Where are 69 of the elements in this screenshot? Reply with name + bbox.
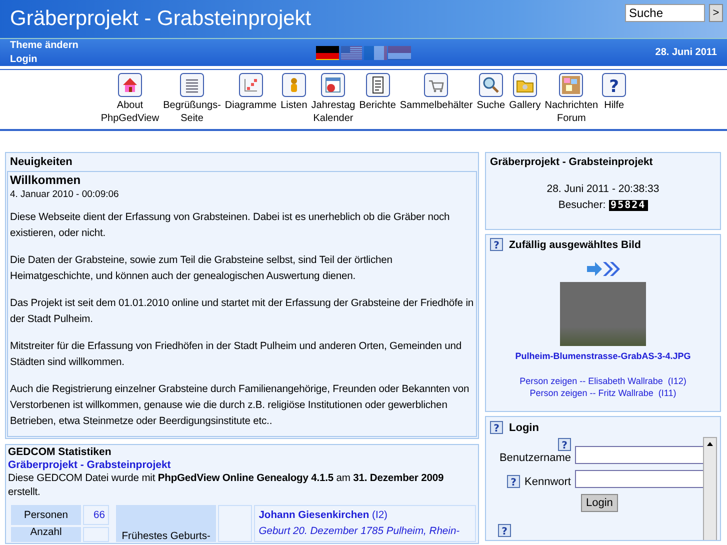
visitor-counter: 95824 [608,200,648,211]
birth-detail-link[interactable]: Geburt 20. Dezember 1785 Pulheim, Rhein- [258,526,460,537]
menu-item[interactable]: Listen [280,73,308,125]
person-link[interactable]: Person zeigen -- Elisabeth Wallrabe (I12) [520,375,686,387]
image-file-link[interactable]: Pulheim-Blumenstrasse-GrabAS-3-4.JPG [515,351,691,361]
help-icon[interactable]: ? [490,421,503,434]
gedcom-summary: Diese GEDCOM Datei wurde mit PhpGedView Online Genealogy 4.1.5 am 31. Dezember 2009 erstellt. [8,472,445,500]
help-icon[interactable]: ? [558,438,571,451]
search-icon [478,73,503,97]
news-paragraph: Das Projekt ist seit dem 01.01.2010 online und startet mit der Erfassung der Grabsteine der Friedhöfe in der Stadt Pulheim. [10,297,474,327]
table-cell: Frühestes Geburts- [116,505,216,542]
gedcom-link[interactable]: Gräberprojekt - Grabsteinprojekt [8,459,171,471]
person-id[interactable]: (I2) [372,510,388,521]
table-cell: Anzahl [11,527,81,542]
input-field[interactable] [575,470,705,488]
input-field[interactable] [575,446,705,464]
panel-heading: GEDCOM Statistiken [7,445,112,459]
menu-item[interactable]: Berichte [358,73,397,125]
panel-heading: Neuigkeiten [9,155,74,170]
search-field[interactable]: Suche [625,4,705,22]
site-title: Gräberprojekt - Grabsteinprojekt [10,7,312,31]
panel-heading: Gräberprojekt - Grabsteinprojekt [489,155,654,170]
menu-item[interactable]: Gallery [508,73,542,125]
search-button[interactable]: > [709,4,723,22]
panel-heading: Login [509,422,539,434]
news-paragraph: Auch die Registrierung einzelner Grabsteine durch Familienangehörige, Freunden oder Bekannten von Verstorbenen ist willkommen, genause wie die durch z.B. religiöse Institutionen oder gewerblichen Betrieben, etwa Steinmetze oder Beerdigungsinstitute etc.. [10,383,470,429]
chart-icon [238,73,263,97]
menu-item[interactable]: Nachrichten Forum [544,73,600,125]
help-icon[interactable]: ? [498,524,511,537]
menu-item[interactable]: Diagramme [224,73,278,125]
help-icon[interactable]: ? [490,238,503,251]
header-date: 28. Juni 2011 [654,47,717,58]
count-link[interactable]: 66 [83,505,109,525]
pinboard-icon [559,73,584,97]
current-datetime: 28. Juni 2011 - 20:38:33 [546,182,660,197]
news-paragraph: Mitstreiter für die Erfassung von Friedhöfen in der Stadt Pulheim und anderen Orten, Gemeinden und Städten sind willkommen. [10,340,463,370]
menu-item[interactable]: About PhpGedView [100,73,160,125]
flag-icon[interactable] [316,46,339,60]
calendar-icon [321,73,346,97]
person-link[interactable]: Johann Giesenkirchen [258,510,370,521]
help-icon: ? [602,73,626,97]
visitor-label: Besucher: [558,199,606,211]
fast-forward-icon[interactable] [602,262,620,276]
header-link[interactable]: Login [10,54,316,65]
document-icon [366,73,390,97]
cart-icon [424,73,448,97]
news-paragraph: Diese Webseite dient der Erfassung von Grabsteinen. Dabei ist es unerheblich ob die Gräber noch existieren, oder nicht. [10,211,451,241]
person-icon [282,73,306,97]
news-paragraph: Die Daten der Grabsteine, sowie zum Teil die Grabsteine selbst, sind Teil der örtlichen Heimatgeschichte, und können auch der genealogischen Auswertung dienen. [10,254,394,284]
menu-item[interactable]: Begrüßungs- Seite [162,73,222,125]
field-label: Kennwort [524,476,571,488]
news-title: Willkommen [10,173,82,187]
person-link[interactable]: Person zeigen -- Fritz Wallrabe (I11) [530,387,676,399]
login-button[interactable]: Login [581,494,618,512]
table-cell: Personen [11,505,81,525]
folder-icon [512,73,537,97]
list-icon [180,73,204,97]
menu-item[interactable]: Jahrestag Kalender [310,73,356,125]
menu-item[interactable]: ? Hilfe [601,73,628,125]
scrollbar[interactable] [703,437,717,540]
news-date: 4. Januar 2010 - 00:09:06 [10,189,120,200]
menu-item[interactable]: Suche [476,73,506,125]
help-icon[interactable]: ? [506,475,520,488]
menu-item[interactable]: Sammelbehälter [398,73,474,125]
panel-heading: Zufällig ausgewähltes Bild [509,238,641,250]
header-link[interactable]: Theme ändern [10,40,316,51]
play-icon[interactable] [586,262,602,276]
field-label: Benutzername [499,452,571,464]
house-icon [118,73,142,97]
